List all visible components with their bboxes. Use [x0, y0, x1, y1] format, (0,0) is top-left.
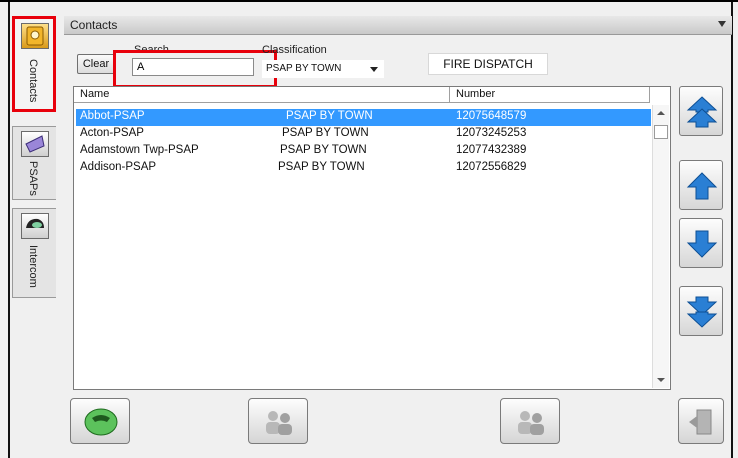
row-classification: PSAP BY TOWN	[282, 127, 369, 139]
exit-door-icon	[689, 409, 712, 435]
row-number: 12075648579	[456, 110, 527, 122]
classification-select[interactable]: PSAP BY TOWN	[262, 60, 384, 78]
tab-psaps[interactable]: PSAPs	[12, 126, 56, 200]
column-header-number[interactable]: Number	[450, 87, 650, 103]
double-up-arrow-icon	[686, 96, 718, 128]
table-row[interactable]: Adamstown Twp-PSAP PSAP BY TOWN 12077432…	[76, 143, 651, 160]
row-down-button[interactable]	[679, 218, 723, 268]
window-left-border	[8, 2, 10, 458]
row-classification: PSAP BY TOWN	[278, 161, 365, 173]
classification-label: Classification	[262, 44, 327, 56]
psap-diamond-icon	[21, 131, 49, 157]
exit-button[interactable]	[678, 398, 724, 444]
list-scrollbar[interactable]	[652, 105, 669, 388]
contacts-list[interactable]: Name Number Abbot-PSAP PSAP BY TOWN 1207…	[73, 86, 671, 390]
scroll-down-icon[interactable]	[657, 378, 665, 382]
row-name: Acton-PSAP	[80, 127, 144, 139]
double-down-arrow-icon	[686, 296, 718, 328]
row-number: 12077432389	[456, 144, 527, 156]
tab-intercom-label: Intercom	[27, 245, 39, 288]
contact-group-button-2[interactable]	[500, 398, 560, 444]
window-right-border	[731, 2, 733, 458]
tab-intercom[interactable]: Intercom	[12, 208, 56, 298]
table-row[interactable]: Acton-PSAP PSAP BY TOWN 12073245253	[76, 126, 651, 143]
clear-button[interactable]: Clear	[77, 54, 115, 74]
search-highlight	[113, 50, 277, 88]
people-group-icon	[266, 411, 292, 435]
contact-group-button[interactable]	[248, 398, 308, 444]
header-collapse-icon[interactable]	[718, 21, 726, 27]
chevron-down-icon	[370, 67, 378, 72]
phone-handset-icon	[84, 408, 118, 436]
table-row[interactable]: Abbot-PSAP PSAP BY TOWN 12075648579	[76, 109, 651, 126]
contacts-tab-highlight	[12, 16, 56, 112]
tab-psaps-label: PSAPs	[27, 161, 39, 196]
up-arrow-icon	[686, 172, 718, 200]
call-button[interactable]	[70, 398, 130, 444]
window-top-border	[0, 0, 738, 2]
scroll-up-icon[interactable]	[657, 111, 665, 115]
table-row[interactable]: Addison-PSAP PSAP BY TOWN 12072556829	[76, 160, 651, 177]
row-number: 12073245253	[456, 127, 527, 139]
down-arrow-icon	[686, 230, 718, 258]
row-number: 12072556829	[456, 161, 527, 173]
row-classification: PSAP BY TOWN	[280, 144, 367, 156]
people-group-icon	[518, 411, 544, 435]
intercom-helmet-icon	[21, 213, 49, 239]
app-window: Contacts PSAPs Intercom Contacts Clear S…	[0, 0, 738, 458]
row-up-button[interactable]	[679, 160, 723, 210]
contacts-header: Contacts	[64, 16, 732, 35]
classification-value: PSAP BY TOWN	[266, 63, 342, 74]
row-name: Adamstown Twp-PSAP	[80, 144, 199, 156]
page-title: Contacts	[70, 18, 118, 32]
column-header-name[interactable]: Name	[74, 87, 450, 103]
row-name: Addison-PSAP	[80, 161, 157, 173]
scroll-thumb[interactable]	[654, 125, 668, 139]
row-name: Abbot-PSAP	[80, 110, 145, 122]
page-up-button[interactable]	[679, 86, 723, 136]
page-down-button[interactable]	[679, 286, 723, 336]
fire-dispatch-field: FIRE DISPATCH	[428, 53, 548, 75]
row-classification: PSAP BY TOWN	[286, 110, 373, 122]
